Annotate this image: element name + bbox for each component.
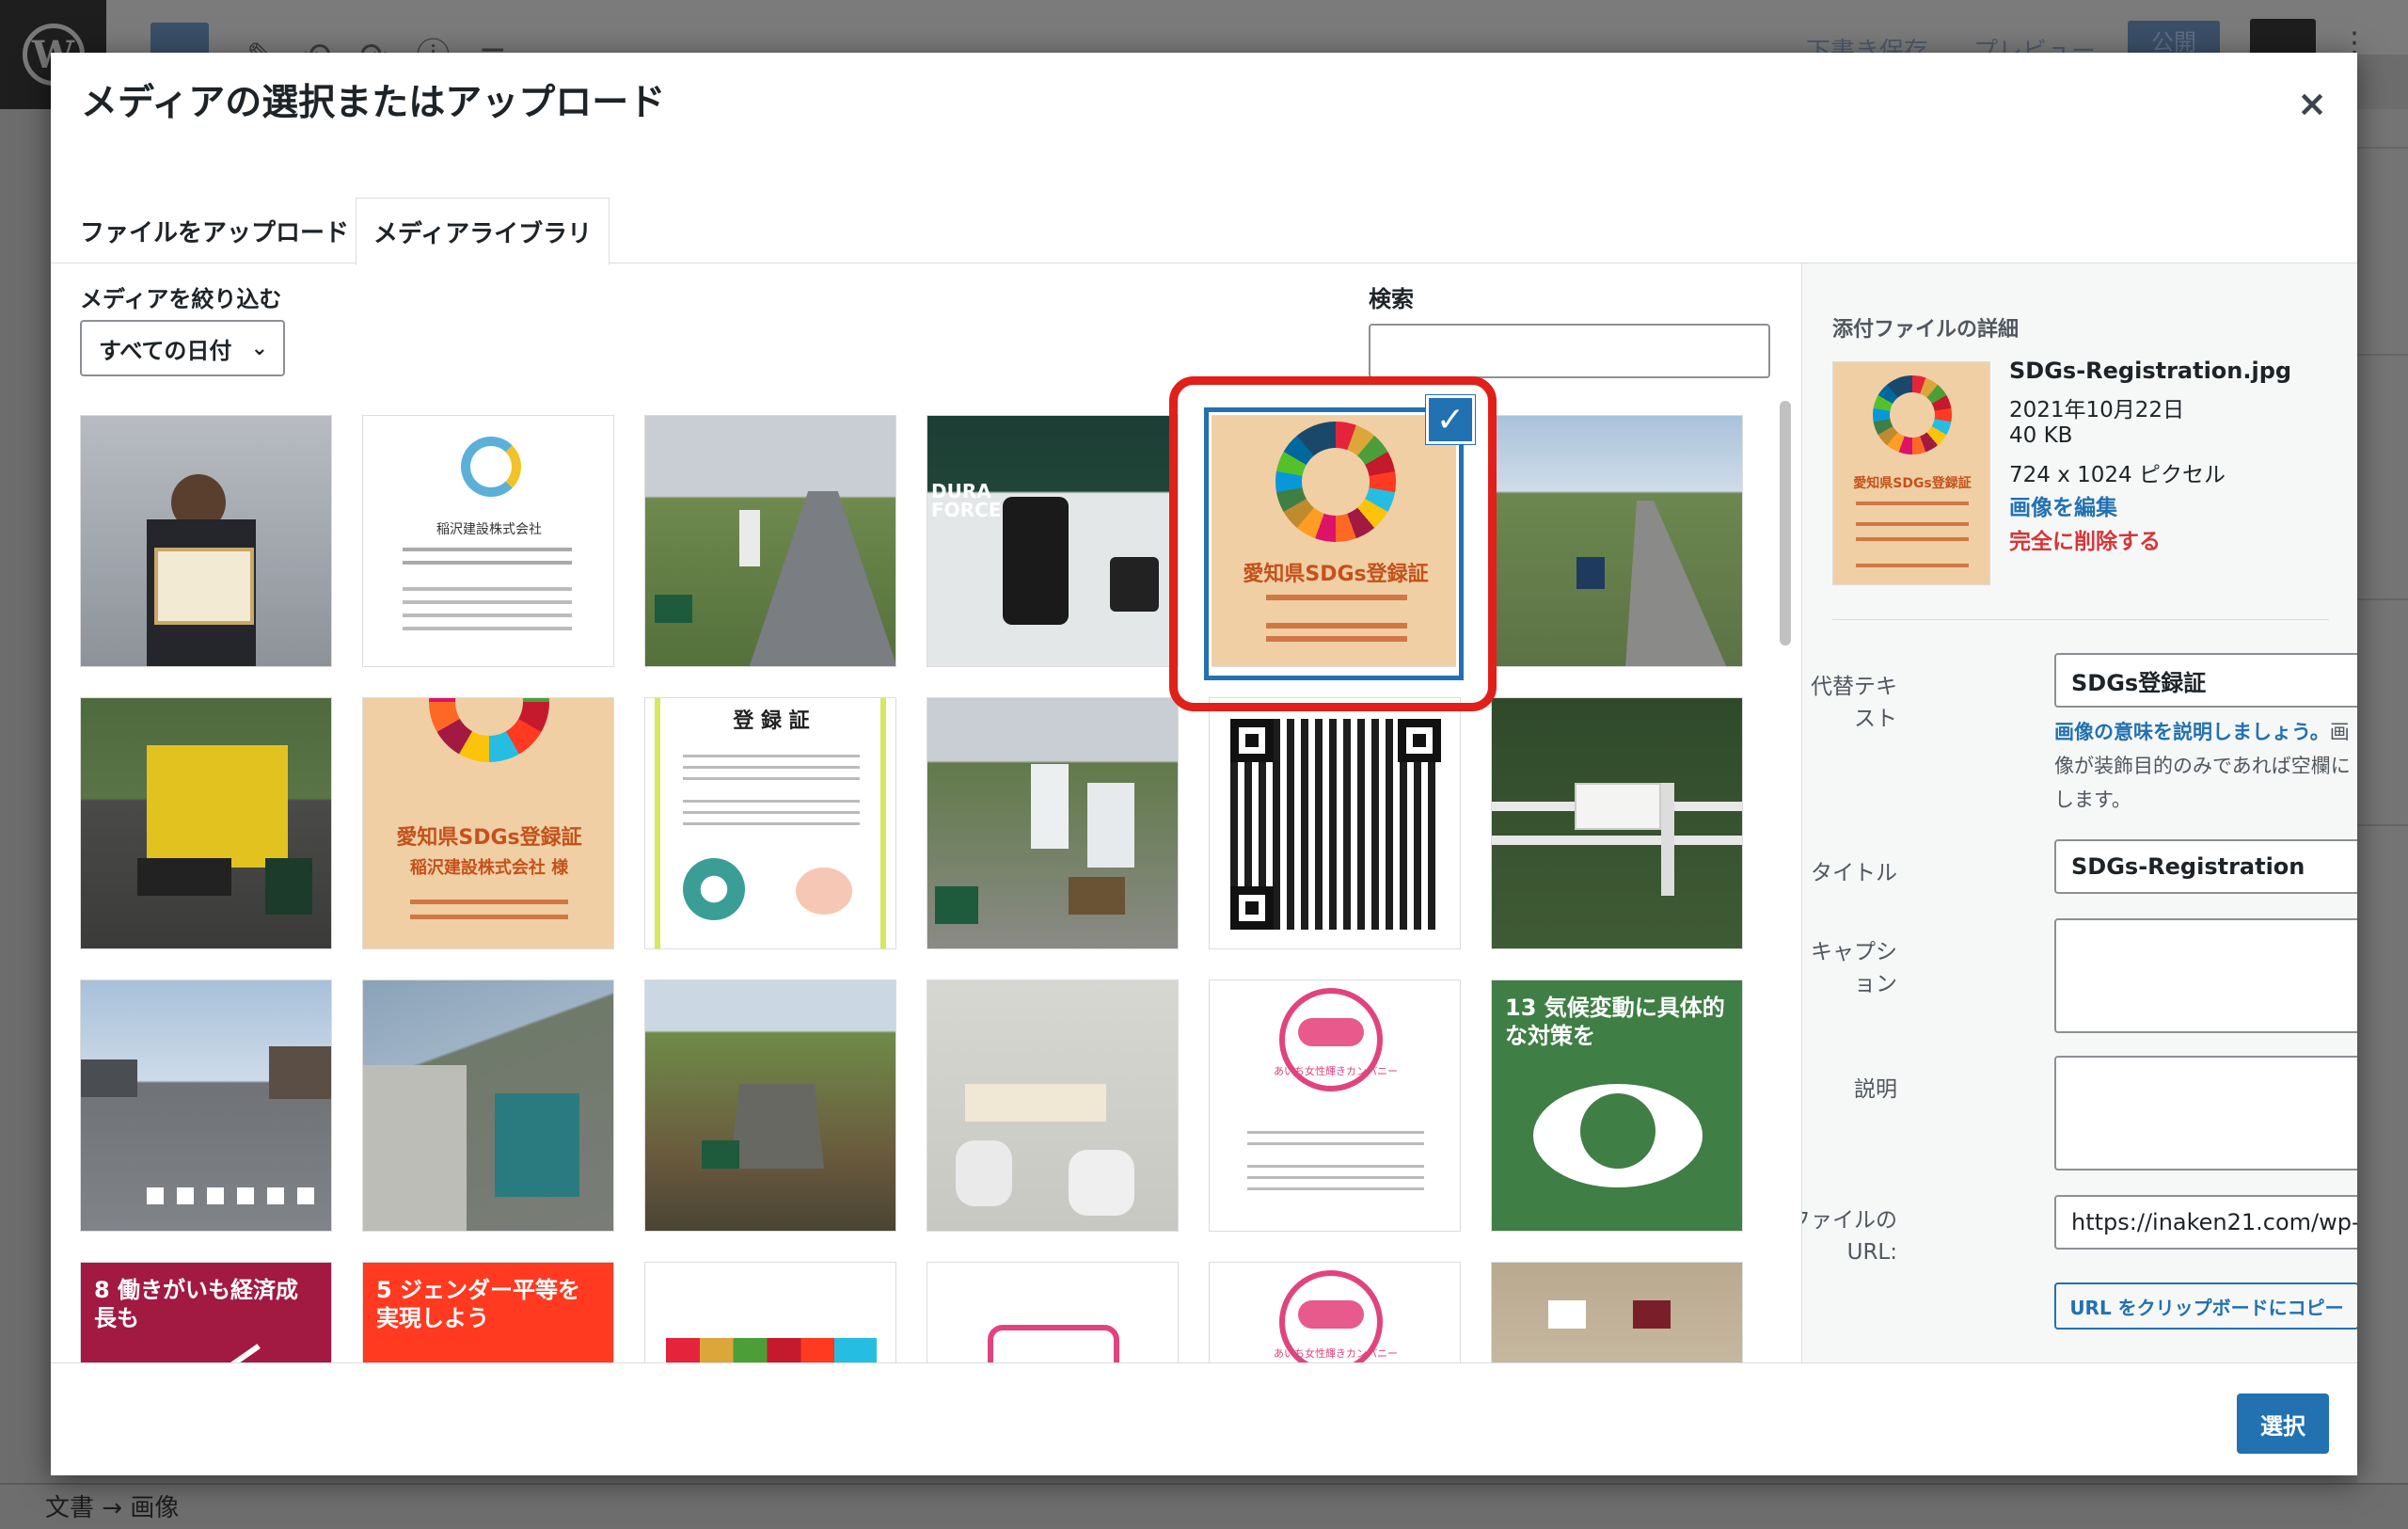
thumb-text: 稲沢建設株式会社 様 xyxy=(409,858,569,878)
attachment-date: 2021年10月22日 xyxy=(2009,398,2185,422)
thumb-text: 愛知県SDGs登録証 xyxy=(1853,476,1972,491)
media-thumb-canal[interactable] xyxy=(644,980,896,1232)
thumb-text: 13 気候変動に具体的な対策を xyxy=(1505,995,1725,1049)
media-thumb-road-workers[interactable] xyxy=(644,415,896,667)
select-button[interactable]: 選択 xyxy=(2237,1394,2329,1454)
thumb-text: あいち女性輝きカンパニー xyxy=(1274,1347,1398,1360)
media-thumb-sdg-goal-13[interactable]: 13 気候変動に具体的な対策を xyxy=(1491,980,1743,1232)
file-url-input[interactable]: https://inaken21.com/wp- xyxy=(2054,1195,2357,1250)
thumb-text: 愛知県SDGs登録証 xyxy=(396,826,582,850)
attachment-filesize: 40 KB xyxy=(2009,423,2073,448)
description-textarea[interactable] xyxy=(2054,1056,2357,1171)
alt-text-label: 代替テキスト xyxy=(1811,675,1897,731)
date-filter-value: すべての日付 xyxy=(99,337,232,364)
close-button[interactable]: × xyxy=(2288,79,2337,128)
media-thumb-qr-code[interactable] xyxy=(1209,697,1461,949)
media-thumb-fence-sign[interactable] xyxy=(1491,697,1743,949)
media-thumb-sdgs-certificate[interactable]: 愛知県SDGs登録証 稲沢建設株式会社 様 xyxy=(362,697,614,949)
media-thumb-rural-road[interactable] xyxy=(1491,415,1743,667)
attachment-details: 添付ファイルの詳細 愛知県SDGs登録証 SDGs-Registration.j… xyxy=(1801,263,2357,1415)
details-divider xyxy=(1832,619,2329,620)
alt-text-help-link[interactable]: 画像の意味を説明しましょう。 xyxy=(2054,721,2330,743)
filter-label: メディアを絞り込む xyxy=(80,286,282,312)
media-thumb-street[interactable] xyxy=(80,980,332,1232)
media-thumb-roadside-work[interactable] xyxy=(927,697,1179,949)
media-browser: メディアを絞り込む すべての日付 ⌄ 検索 稲沢建設株式会社 DURA FORC… xyxy=(51,263,1801,1415)
media-thumb-women-company-doc[interactable]: あいち女性輝きカンパニー xyxy=(1209,980,1461,1232)
media-thumb-award-photo[interactable] xyxy=(80,415,332,667)
date-filter-select[interactable]: すべての日付 ⌄ xyxy=(80,320,285,376)
media-thumb-certificate[interactable]: 稲沢建設株式会社 xyxy=(362,415,614,667)
modal-tabs: ファイルをアップロード メディアライブラリ xyxy=(51,143,2357,265)
thumb-text: DURA FORCE xyxy=(931,480,1002,521)
description-label: 説明 xyxy=(1854,1077,1897,1102)
thumb-text: 稲沢建設株式会社 xyxy=(436,522,542,537)
caption-textarea[interactable] xyxy=(2054,918,2357,1033)
thumb-text: 5 ジェンダー平等を実現しよう xyxy=(376,1277,581,1331)
title-label: タイトル xyxy=(1811,861,1897,885)
copy-url-button[interactable]: URL をクリップボードにコピー xyxy=(2054,1282,2357,1330)
attachment-details-heading: 添付ファイルの詳細 xyxy=(1832,318,2020,342)
block-breadcrumb: 文書 → 画像 xyxy=(45,1494,180,1522)
modal-title: メディアの選択またはアップロード xyxy=(81,82,666,124)
media-thumb-office[interactable] xyxy=(927,980,1179,1232)
file-url-label: ファイルの URL: xyxy=(1802,1208,1897,1265)
modal-footer: 選択 xyxy=(51,1362,2357,1475)
media-modal: メディアの選択またはアップロード × ファイルをアップロード メディアライブラリ… xyxy=(51,53,2357,1475)
alt-text-help: 画像の意味を説明しましょう。画像が装飾目的のみであれば空欄にします。 xyxy=(2054,715,2355,817)
chevron-down-icon: ⌄ xyxy=(250,337,268,360)
media-thumb-phone[interactable]: DURA FORCE xyxy=(927,415,1179,667)
scrollbar[interactable] xyxy=(1780,401,1791,645)
edit-image-link[interactable]: 画像を編集 xyxy=(2009,489,2117,521)
delete-permanently-link[interactable]: 完全に削除する xyxy=(2009,523,2161,555)
media-thumb-road-machine[interactable] xyxy=(80,697,332,949)
alt-text-input[interactable]: SDGs登録証 xyxy=(2054,653,2357,708)
caption-label: キャプション xyxy=(1811,940,1897,996)
media-thumb-excavator[interactable] xyxy=(362,980,614,1232)
media-thumb-sdgs-registration-selected[interactable]: 愛知県SDGs登録証 xyxy=(1209,415,1461,667)
media-thumb-registration-doc[interactable]: 登 録 証 xyxy=(644,697,896,949)
search-input[interactable] xyxy=(1369,324,1770,378)
tab-media-library[interactable]: メディアライブラリ xyxy=(356,198,610,265)
attachment-filename: SDGs-Registration.jpg xyxy=(2009,358,2292,384)
search-label: 検索 xyxy=(1369,286,1414,312)
attachment-thumbnail: 愛知県SDGs登録証 xyxy=(1832,361,1990,585)
thumb-text: 登 録 証 xyxy=(733,709,810,733)
tab-upload-files[interactable]: ファイルをアップロード xyxy=(80,198,349,263)
thumb-text: あいち女性輝きカンパニー xyxy=(1274,1065,1398,1077)
thumb-text: 愛知県SDGs登録証 xyxy=(1243,563,1429,586)
checkmark-icon[interactable]: ✓ xyxy=(1426,395,1475,444)
editor-sidebar-rail xyxy=(2357,109,2408,1483)
title-input[interactable]: SDGs-Registration xyxy=(2054,839,2357,894)
attachment-dimensions: 724 x 1024 ピクセル xyxy=(2009,463,2226,487)
editor-footer xyxy=(0,1483,2408,1529)
thumb-text: 8 働きがいも経済成長も xyxy=(94,1277,299,1331)
